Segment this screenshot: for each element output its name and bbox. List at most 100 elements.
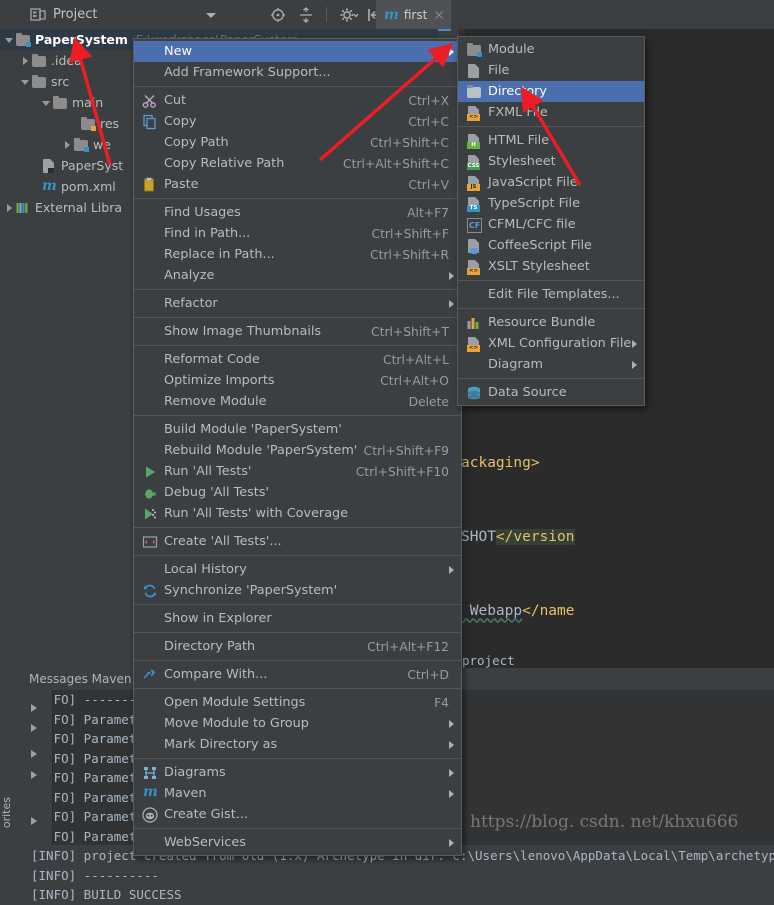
submenu-item-xml-configuration-file[interactable]: <> XML Configuration File	[458, 333, 644, 354]
submenu-item-label: CoffeeScript File	[488, 238, 592, 253]
menu-item-label: Refactor	[164, 296, 218, 311]
menu-separator	[134, 604, 461, 605]
submenu-item-xslt-stylesheet[interactable]: <> XSLT Stylesheet	[458, 256, 644, 277]
coffeescript-file-icon	[466, 238, 482, 254]
expand-arrow-icon[interactable]	[31, 750, 37, 758]
menu-item-rebuild-module[interactable]: Rebuild Module 'PaperSystem' Ctrl+Shift+…	[134, 440, 461, 461]
menu-item-reformat-code[interactable]: Reformat Code Ctrl+Alt+L	[134, 349, 461, 370]
menu-item-show-in-explorer[interactable]: Show in Explorer	[134, 608, 461, 629]
close-icon[interactable]	[434, 9, 444, 19]
file-icon	[466, 63, 482, 79]
menu-item-create-all-tests[interactable]: Create 'All Tests'...	[134, 531, 461, 552]
submenu-item-label: Stylesheet	[488, 154, 556, 169]
menu-item-remove-module[interactable]: Remove Module Delete	[134, 391, 461, 412]
menu-item-copy[interactable]: Copy Ctrl+C	[134, 111, 461, 132]
new-submenu[interactable]: Module File Directory <> FXML File H HTM…	[457, 36, 645, 406]
tree-node-label: res	[100, 116, 120, 131]
menu-item-webservices[interactable]: WebServices	[134, 832, 461, 853]
chevron-right-icon[interactable]	[4, 202, 15, 213]
submenu-item-fxml-file[interactable]: <> FXML File	[458, 102, 644, 123]
menu-item-diagrams[interactable]: Diagrams	[134, 762, 461, 783]
menu-item-debug-all-tests[interactable]: Debug 'All Tests'	[134, 482, 461, 503]
chevron-down-icon[interactable]	[41, 97, 52, 108]
menu-item-shortcut: Ctrl+Shift+C	[369, 135, 449, 150]
submenu-item-label: Resource Bundle	[488, 315, 596, 330]
menu-item-mark-directory-as[interactable]: Mark Directory as	[134, 734, 461, 755]
menu-item-maven[interactable]: m Maven	[134, 783, 461, 804]
menu-item-shortcut: Ctrl+Shift+T	[371, 324, 449, 339]
submenu-item-javascript-file[interactable]: JS JavaScript File	[458, 172, 644, 193]
menu-item-find-in-path[interactable]: Find in Path... Ctrl+Shift+F	[134, 223, 461, 244]
chevron-right-icon	[449, 839, 454, 847]
maven-m-icon: m	[384, 6, 399, 23]
submenu-item-coffeescript-file[interactable]: CoffeeScript File	[458, 235, 644, 256]
expand-arrow-icon[interactable]	[31, 704, 37, 712]
resource-bundle-icon	[466, 315, 482, 331]
menu-item-copy-path[interactable]: Copy Path Ctrl+Shift+C	[134, 132, 461, 153]
submenu-item-directory[interactable]: Directory	[458, 81, 644, 102]
log-fragment-project: project	[462, 653, 515, 668]
submenu-item-typescript-file[interactable]: TS TypeScript File	[458, 193, 644, 214]
chevron-right-icon[interactable]	[62, 139, 73, 150]
menu-item-replace-in-path[interactable]: Replace in Path... Ctrl+Shift+R	[134, 244, 461, 265]
chevron-down-icon[interactable]	[20, 76, 31, 87]
menu-item-paste[interactable]: Paste Ctrl+V	[134, 174, 461, 195]
ide-window: 1: Project 7: Structure orites Project	[0, 0, 774, 902]
menu-item-cut[interactable]: Cut Ctrl+X	[134, 90, 461, 111]
menu-item-shortcut: Ctrl+Shift+F10	[355, 464, 449, 479]
submenu-item-cfml-file[interactable]: CF CFML/CFC file	[458, 214, 644, 235]
blank-icon	[142, 205, 158, 221]
tree-node-label: src	[51, 74, 70, 89]
submenu-item-data-source[interactable]: Data Source	[458, 382, 644, 403]
menu-item-build-module[interactable]: Build Module 'PaperSystem'	[134, 419, 461, 440]
menu-separator	[134, 86, 461, 87]
editor-tab-first[interactable]: m first	[376, 0, 451, 31]
menu-item-directory-path[interactable]: Directory Path Ctrl+Alt+F12	[134, 636, 461, 657]
menu-item-synchronize[interactable]: Synchronize 'PaperSystem'	[134, 580, 461, 601]
menu-item-add-framework-support[interactable]: Add Framework Support...	[134, 62, 461, 83]
menu-item-compare-with[interactable]: Compare With... Ctrl+D	[134, 664, 461, 685]
submenu-item-module[interactable]: Module	[458, 39, 644, 60]
menu-item-refactor[interactable]: Refactor	[134, 293, 461, 314]
github-icon	[142, 806, 158, 823]
chevron-down-icon[interactable]	[206, 13, 216, 18]
tool-tab-favorites[interactable]: orites	[0, 795, 21, 845]
submenu-item-resource-bundle[interactable]: Resource Bundle	[458, 312, 644, 333]
project-toolbar	[270, 0, 383, 29]
menu-item-label: Show in Explorer	[164, 611, 272, 626]
menu-item-label: Create Gist...	[164, 807, 248, 822]
submenu-item-stylesheet[interactable]: CSS Stylesheet	[458, 151, 644, 172]
menu-item-label: Optimize Imports	[164, 373, 275, 388]
submenu-item-html-file[interactable]: H HTML File	[458, 130, 644, 151]
menu-item-optimize-imports[interactable]: Optimize Imports Ctrl+Alt+O	[134, 370, 461, 391]
settings-gear-icon[interactable]	[339, 7, 359, 23]
project-context-menu[interactable]: New Add Framework Support... Cut Ctrl+X …	[133, 38, 462, 856]
submenu-item-edit-file-templates[interactable]: Edit File Templates...	[458, 284, 644, 305]
menu-item-move-module-to-group[interactable]: Move Module to Group	[134, 713, 461, 734]
menu-item-new[interactable]: New	[134, 41, 461, 62]
menu-item-run-with-coverage[interactable]: Run 'All Tests' with Coverage	[134, 503, 461, 524]
submenu-item-file[interactable]: File	[458, 60, 644, 81]
menu-item-local-history[interactable]: Local History	[134, 559, 461, 580]
menu-item-copy-relative-path[interactable]: Copy Relative Path Ctrl+Alt+Shift+C	[134, 153, 461, 174]
submenu-item-label: CFML/CFC file	[488, 217, 576, 232]
tree-node-label: main	[72, 95, 104, 110]
menu-item-create-gist[interactable]: Create Gist...	[134, 804, 461, 825]
locate-icon[interactable]	[270, 7, 286, 23]
menu-item-label: Show Image Thumbnails	[164, 324, 322, 339]
menu-item-open-module-settings[interactable]: Open Module Settings F4	[134, 692, 461, 713]
expand-arrow-icon[interactable]	[31, 724, 37, 732]
menu-item-show-image-thumbnails[interactable]: Show Image Thumbnails Ctrl+Shift+T	[134, 321, 461, 342]
menu-item-analyze[interactable]: Analyze	[134, 265, 461, 286]
menu-item-find-usages[interactable]: Find Usages Alt+F7	[134, 202, 461, 223]
menu-item-label: Local History	[164, 562, 247, 577]
expand-arrow-icon[interactable]	[31, 817, 37, 825]
submenu-item-diagram[interactable]: Diagram	[458, 354, 644, 375]
blank-icon	[142, 443, 158, 459]
menu-item-run-all-tests[interactable]: Run 'All Tests' Ctrl+Shift+F10	[134, 461, 461, 482]
chevron-down-icon[interactable]	[4, 34, 15, 45]
chevron-right-icon[interactable]	[20, 55, 31, 66]
collapse-all-icon[interactable]	[298, 6, 314, 23]
project-view-icon	[30, 7, 46, 23]
expand-arrow-icon[interactable]	[31, 771, 37, 779]
